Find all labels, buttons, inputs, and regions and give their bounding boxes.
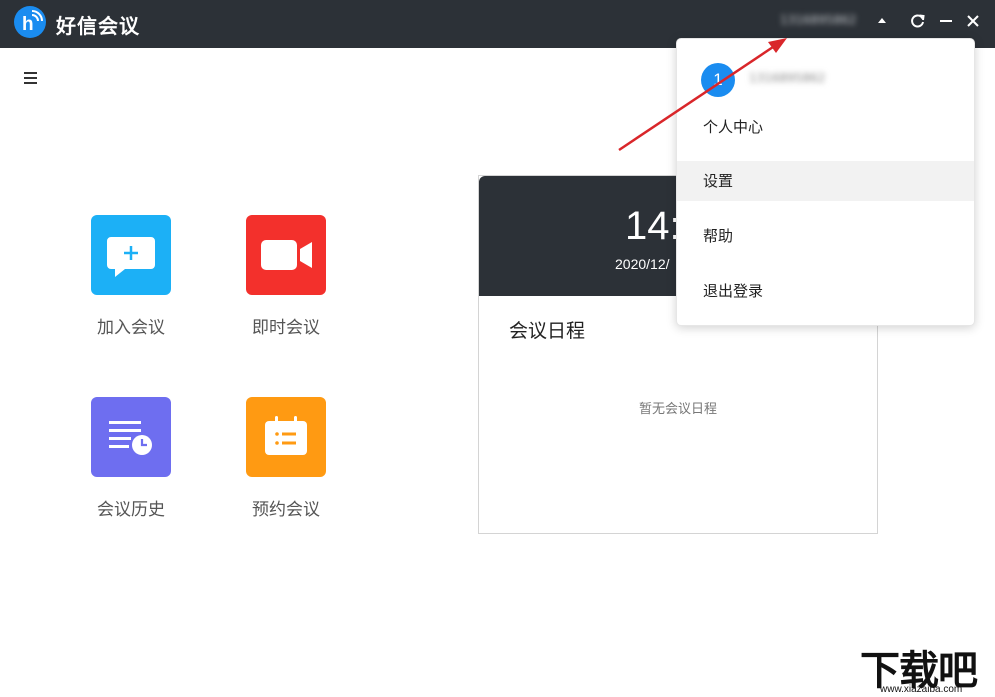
- app-logo-icon: h: [14, 6, 46, 38]
- svg-text:h: h: [22, 14, 34, 35]
- calendar-icon: [246, 397, 326, 477]
- video-camera-icon: [246, 215, 326, 295]
- watermark: 下载吧 www.xiazaiba.com: [858, 640, 995, 697]
- refresh-button[interactable]: [909, 12, 927, 30]
- join-meeting-tile[interactable]: 加入会议: [91, 215, 171, 338]
- meeting-history-label: 会议历史: [97, 500, 165, 520]
- instant-meeting-label: 即时会议: [252, 318, 320, 338]
- refresh-icon: [911, 14, 925, 28]
- menu-item-logout[interactable]: 退出登录: [677, 271, 974, 311]
- account-name[interactable]: 1316895862: [780, 13, 872, 31]
- instant-meeting-tile[interactable]: 即时会议: [246, 215, 326, 338]
- avatar[interactable]: 1: [701, 63, 735, 97]
- minimize-icon: [940, 20, 952, 22]
- join-meeting-label: 加入会议: [97, 318, 165, 338]
- history-list-icon: [91, 397, 171, 477]
- schedule-meeting-tile[interactable]: 预约会议: [246, 397, 326, 520]
- meeting-history-tile[interactable]: 会议历史: [91, 397, 171, 520]
- dropdown-username: 1316895862: [749, 71, 826, 85]
- account-dropdown: 1 1316895862 个人中心 设置 帮助 退出登录: [676, 38, 975, 326]
- hamburger-menu-icon[interactable]: [24, 72, 37, 84]
- menu-item-help[interactable]: 帮助: [677, 216, 974, 256]
- schedule-meeting-label: 预约会议: [252, 500, 320, 520]
- schedule-empty-text: 暂无会议日程: [638, 402, 717, 417]
- menu-item-profile[interactable]: 个人中心: [677, 107, 974, 147]
- clock-date: 2020/12/: [615, 256, 670, 272]
- schedule-title: 会议日程: [509, 320, 586, 342]
- close-icon: [967, 15, 979, 27]
- close-button[interactable]: [964, 12, 982, 30]
- menu-item-settings[interactable]: 设置: [677, 161, 974, 201]
- watermark-url: www.xiazaiba.com: [880, 684, 963, 695]
- chat-plus-icon: [91, 215, 171, 295]
- minimize-button[interactable]: [937, 12, 955, 30]
- app-title: 好信会议: [56, 14, 140, 38]
- caret-up-icon[interactable]: [878, 18, 886, 23]
- clock-time: 14:: [625, 204, 681, 248]
